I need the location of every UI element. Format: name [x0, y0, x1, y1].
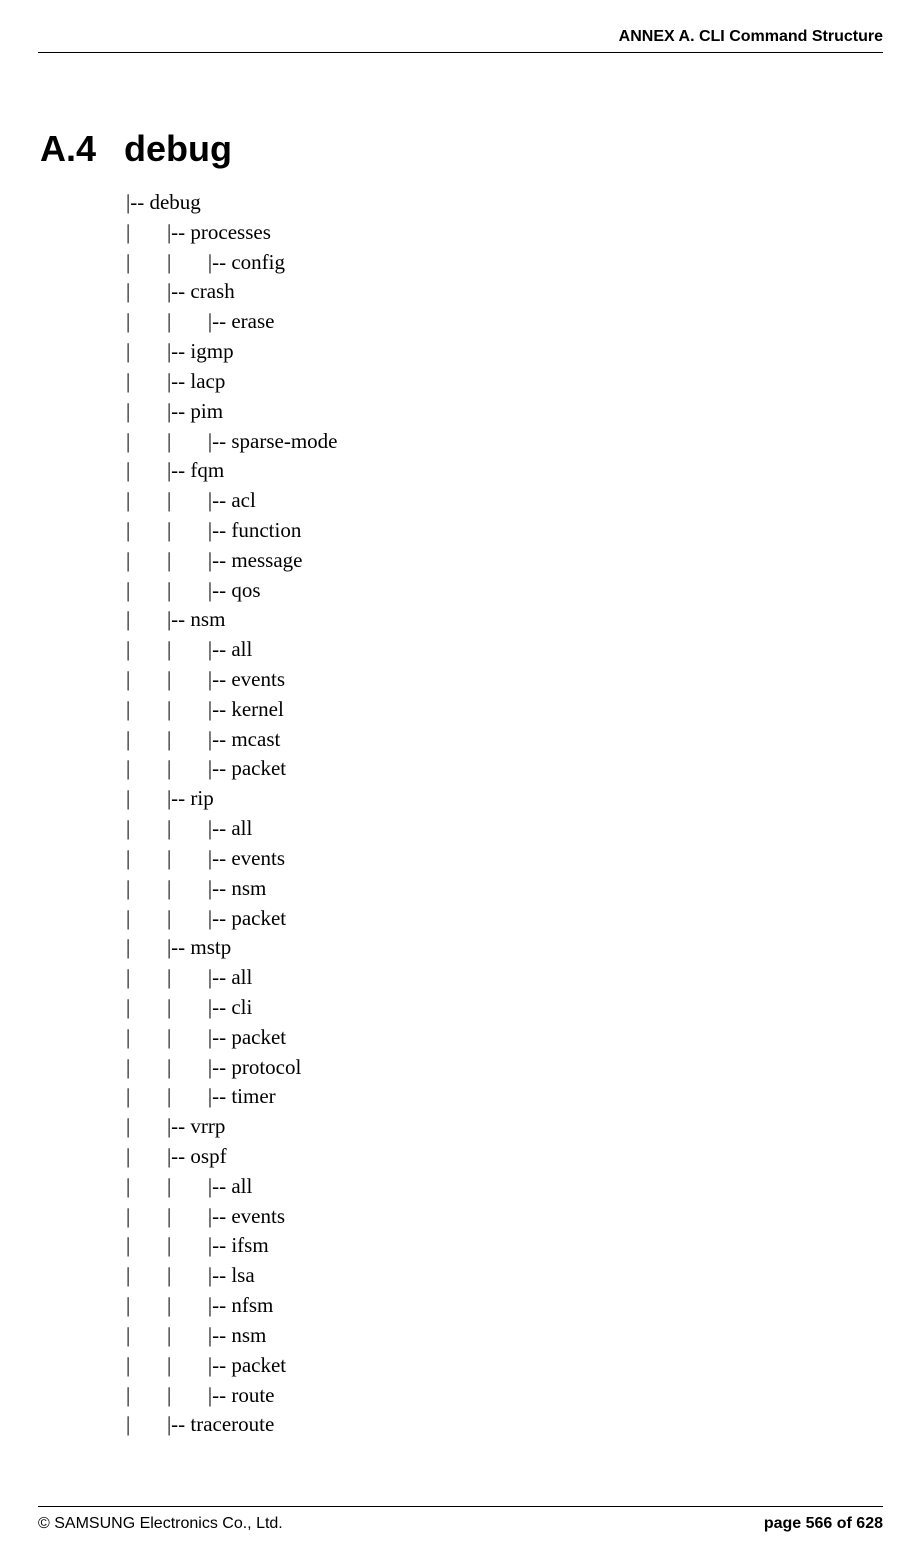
tree-line: | |-- pim	[126, 397, 883, 427]
tree-line: | | |-- nsm	[126, 1321, 883, 1351]
tree-line: | | |-- function	[126, 516, 883, 546]
tree-line: | | |-- config	[126, 248, 883, 278]
tree-line: | |-- ospf	[126, 1142, 883, 1172]
page-header: ANNEX A. CLI Command Structure	[38, 28, 883, 53]
section-heading: A.4 debug	[40, 128, 883, 170]
tree-line: | | |-- erase	[126, 307, 883, 337]
tree-line: | | |-- ifsm	[126, 1231, 883, 1261]
tree-line: | | |-- route	[126, 1381, 883, 1411]
tree-line: | | |-- all	[126, 814, 883, 844]
tree-line: | |-- nsm	[126, 605, 883, 635]
content-area: A.4debug |-- debug| |-- processes| | |--…	[38, 128, 883, 1440]
tree-line: | | |-- all	[126, 1172, 883, 1202]
tree-line: | | |-- all	[126, 635, 883, 665]
tree-line: | | |-- packet	[126, 1023, 883, 1053]
tree-line: | |-- lacp	[126, 367, 883, 397]
page-number: page 566 of 628	[764, 1515, 883, 1533]
tree-line: | | |-- cli	[126, 993, 883, 1023]
tree-line: | |-- igmp	[126, 337, 883, 367]
tree-line: | |-- mstp	[126, 933, 883, 963]
tree-line: | | |-- packet	[126, 1351, 883, 1381]
annex-title: ANNEX A. CLI Command Structure	[619, 28, 883, 45]
tree-line: | | |-- sparse-mode	[126, 427, 883, 457]
page-footer: © SAMSUNG Electronics Co., Ltd. page 566…	[38, 1506, 883, 1533]
tree-line: | |-- rip	[126, 784, 883, 814]
tree-line: | | |-- events	[126, 665, 883, 695]
tree-line: | |-- vrrp	[126, 1112, 883, 1142]
section-title-text: debug	[124, 128, 232, 169]
tree-line: | | |-- all	[126, 963, 883, 993]
tree-line: | | |-- packet	[126, 754, 883, 784]
tree-line: |-- debug	[126, 188, 883, 218]
tree-line: | |-- traceroute	[126, 1410, 883, 1440]
tree-line: | | |-- message	[126, 546, 883, 576]
tree-line: | | |-- kernel	[126, 695, 883, 725]
tree-line: | | |-- nfsm	[126, 1291, 883, 1321]
tree-line: | |-- crash	[126, 277, 883, 307]
tree-line: | | |-- nsm	[126, 874, 883, 904]
tree-line: | | |-- events	[126, 844, 883, 874]
tree-line: | | |-- qos	[126, 576, 883, 606]
tree-line: | | |-- protocol	[126, 1053, 883, 1083]
tree-line: | |-- fqm	[126, 456, 883, 486]
tree-line: | | |-- mcast	[126, 725, 883, 755]
section-number: A.4	[40, 128, 96, 169]
tree-line: | | |-- timer	[126, 1082, 883, 1112]
copyright-text: © SAMSUNG Electronics Co., Ltd.	[38, 1515, 283, 1533]
tree-line: | |-- processes	[126, 218, 883, 248]
tree-line: | | |-- lsa	[126, 1261, 883, 1291]
tree-line: | | |-- acl	[126, 486, 883, 516]
tree-line: | | |-- events	[126, 1202, 883, 1232]
tree-line: | | |-- packet	[126, 904, 883, 934]
command-tree: |-- debug| |-- processes| | |-- config| …	[126, 188, 883, 1440]
